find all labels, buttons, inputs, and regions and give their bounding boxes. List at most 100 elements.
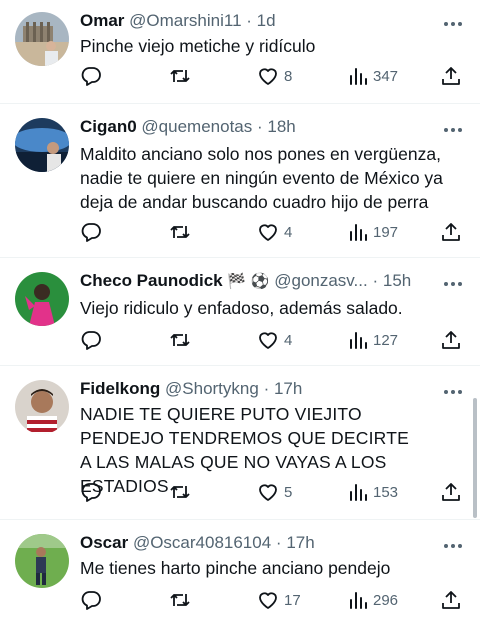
tweet-header: Cigan0 @quemenotas · 18h	[80, 116, 440, 138]
separator-dot: ·	[246, 11, 252, 30]
author-handle[interactable]: @Shortykng	[165, 379, 259, 398]
like-button[interactable]: 17	[257, 588, 301, 612]
tweet-text: Maldito anciano solo nos pones en vergüe…	[80, 144, 443, 212]
like-button[interactable]: 4	[257, 328, 292, 352]
share-icon	[440, 589, 462, 611]
avatar[interactable]	[15, 12, 69, 66]
reply-icon	[80, 221, 102, 243]
reply-button[interactable]	[80, 480, 107, 504]
like-count: 17	[284, 591, 301, 609]
retweet-button[interactable]	[168, 220, 197, 244]
views-count: 347	[373, 67, 399, 85]
share-button[interactable]	[440, 220, 462, 244]
name-emoji: 🏁 ⚽	[227, 272, 270, 290]
tweet-actions: 4 127	[80, 328, 462, 352]
tweet-actions: 5 153	[80, 480, 462, 504]
reply-button[interactable]	[80, 220, 107, 244]
retweet-button[interactable]	[168, 64, 197, 88]
timestamp[interactable]: 18h	[267, 117, 295, 136]
more-icon[interactable]	[442, 384, 464, 394]
views-button[interactable]: 197	[348, 220, 398, 244]
reply-button[interactable]	[80, 328, 107, 352]
separator-dot: ·	[263, 379, 270, 398]
share-button[interactable]	[440, 328, 462, 352]
author-name[interactable]: Cigan0	[80, 117, 137, 136]
avatar[interactable]	[15, 272, 69, 326]
like-count: 4	[284, 331, 293, 349]
retweet-button[interactable]	[168, 588, 197, 612]
author-handle[interactable]: @quemenotas	[141, 117, 252, 136]
more-icon[interactable]	[442, 16, 464, 26]
tweet-text: Me tienes harto pinche anciano pendejo	[80, 558, 391, 578]
timestamp[interactable]: 17h	[286, 533, 314, 552]
more-icon[interactable]	[442, 538, 464, 548]
author-name[interactable]: Checo Paunodick	[80, 271, 223, 290]
author-name[interactable]: Oscar	[80, 533, 128, 552]
retweet-icon	[168, 589, 192, 611]
reply-icon	[80, 589, 102, 611]
views-icon	[348, 589, 368, 611]
reply-button[interactable]	[80, 64, 107, 88]
views-count: 153	[373, 483, 399, 501]
avatar[interactable]	[15, 380, 69, 434]
reply-icon	[80, 481, 102, 503]
more-icon[interactable]	[442, 276, 464, 286]
avatar[interactable]	[15, 534, 69, 588]
views-count: 296	[373, 591, 399, 609]
author-handle[interactable]: @gonzasv...	[274, 271, 367, 290]
reply-feed: Omar @Omarshini11 · 1d Pinche viejo meti…	[0, 0, 480, 620]
heart-icon	[257, 65, 279, 87]
share-button[interactable]	[440, 64, 462, 88]
reply-button[interactable]	[80, 588, 107, 612]
views-icon	[348, 221, 368, 243]
heart-icon	[257, 221, 279, 243]
like-count: 5	[284, 483, 293, 501]
tweet-header: Fidelkong @Shortykng · 17h	[80, 378, 440, 400]
author-name[interactable]: Fidelkong	[80, 379, 160, 398]
retweet-icon	[168, 221, 192, 243]
tweet-header: Oscar @Oscar40816104 · 17h	[80, 532, 440, 554]
like-count: 4	[284, 223, 293, 241]
heart-icon	[257, 481, 279, 503]
tweet[interactable]: Omar @Omarshini11 · 1d Pinche viejo meti…	[0, 0, 480, 104]
share-icon	[440, 221, 462, 243]
tweet[interactable]: Checo Paunodick 🏁 ⚽ @gonzasv... · 15h Vi…	[0, 258, 480, 366]
like-button[interactable]: 4	[257, 220, 292, 244]
timestamp[interactable]: 15h	[383, 271, 411, 290]
retweet-button[interactable]	[168, 328, 197, 352]
views-button[interactable]: 153	[348, 480, 398, 504]
timestamp[interactable]: 1d	[257, 11, 276, 30]
like-button[interactable]: 8	[257, 64, 292, 88]
author-name[interactable]: Omar	[80, 11, 124, 30]
views-count: 127	[373, 331, 399, 349]
views-count: 197	[373, 223, 399, 241]
tweet-actions: 8 347	[80, 64, 462, 88]
heart-icon	[257, 329, 279, 351]
like-count: 8	[284, 67, 293, 85]
reply-icon	[80, 329, 102, 351]
author-handle[interactable]: @Oscar40816104	[133, 533, 271, 552]
tweet[interactable]: Oscar @Oscar40816104 · 17h Me tienes har…	[0, 520, 480, 620]
retweet-icon	[168, 65, 192, 87]
tweet[interactable]: Fidelkong @Shortykng · 17h NADIE TE QUIE…	[0, 366, 480, 520]
views-button[interactable]: 347	[348, 64, 398, 88]
views-icon	[348, 329, 368, 351]
share-icon	[440, 481, 462, 503]
retweet-icon	[168, 481, 192, 503]
retweet-button[interactable]	[168, 480, 197, 504]
views-button[interactable]: 127	[348, 328, 398, 352]
share-button[interactable]	[440, 480, 462, 504]
share-button[interactable]	[440, 588, 462, 612]
tweet-header: Checo Paunodick 🏁 ⚽ @gonzasv... · 15h	[80, 270, 440, 292]
tweet[interactable]: Cigan0 @quemenotas · 18h Maldito anciano…	[0, 104, 480, 258]
separator-dot: ·	[275, 533, 282, 552]
separator-dot: ·	[256, 117, 263, 136]
avatar[interactable]	[15, 118, 69, 172]
timestamp[interactable]: 17h	[274, 379, 302, 398]
scrollbar[interactable]	[473, 398, 477, 518]
more-icon[interactable]	[442, 122, 464, 132]
reply-icon	[80, 65, 102, 87]
author-handle[interactable]: @Omarshini11	[129, 11, 241, 30]
like-button[interactable]: 5	[257, 480, 292, 504]
views-button[interactable]: 296	[348, 588, 398, 612]
